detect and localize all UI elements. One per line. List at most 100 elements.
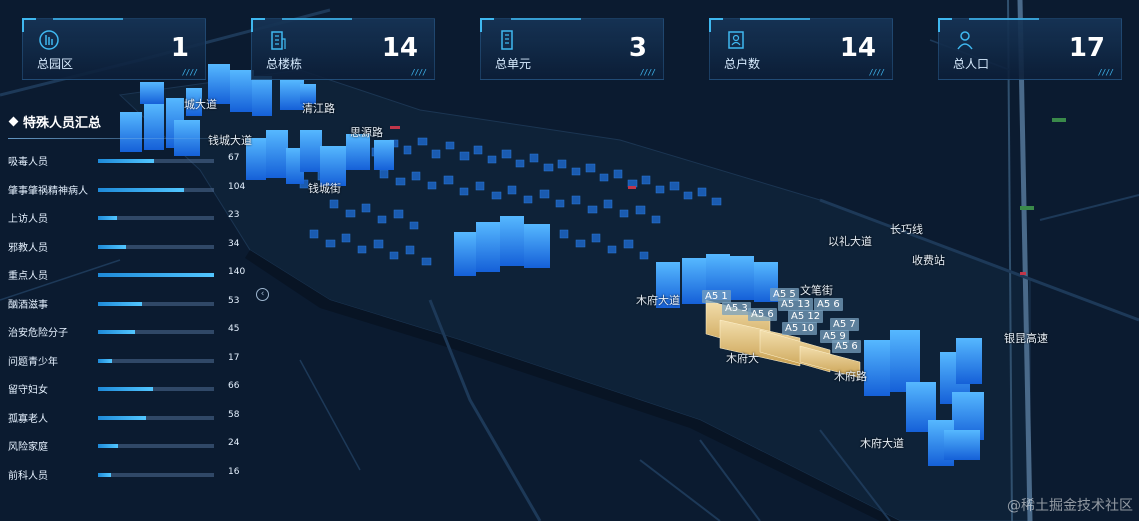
personnel-bar-fill: [98, 444, 118, 448]
personnel-row[interactable]: 酗酒滋事 53: [0, 293, 250, 313]
road-label: 长巧线: [890, 223, 923, 236]
card-accent-line: [969, 18, 1039, 20]
unit-tag[interactable]: A5 3: [722, 302, 751, 315]
personnel-row[interactable]: 邪教人员 34: [0, 236, 250, 256]
personnel-count: 67: [228, 153, 240, 163]
person-icon: [957, 31, 973, 50]
unit-tag[interactable]: A5 6: [832, 340, 861, 353]
personnel-bar-track: [98, 444, 214, 448]
collapse-panel-button[interactable]: ‹: [256, 288, 269, 301]
stat-card-units[interactable]: 总单元 3 ////: [480, 18, 664, 80]
card-accent-line: [511, 18, 581, 20]
personnel-bar-fill: [98, 358, 113, 363]
unit-tag[interactable]: A5 6: [814, 298, 843, 311]
personnel-count: 66: [228, 381, 240, 391]
road-label: 清江路: [302, 102, 335, 115]
stat-card-households[interactable]: 总户数 14 ////: [709, 18, 893, 80]
road-label: 思源路: [350, 126, 383, 139]
stat-label: 总园区: [37, 57, 74, 71]
unit-tag[interactable]: A5 6: [748, 308, 777, 321]
stat-value: 1: [170, 33, 189, 63]
personnel-bar-fill: [98, 244, 127, 249]
road-label: 收费站: [912, 254, 945, 267]
card-stripes: ////: [410, 68, 427, 77]
stat-card-population[interactable]: 总人口 17 ////: [938, 18, 1122, 80]
personnel-label: 吸毒人员: [8, 157, 48, 168]
personnel-label: 风险家庭: [8, 442, 48, 453]
unit-tag[interactable]: A5 10: [782, 322, 818, 335]
personnel-count: 24: [228, 438, 240, 448]
personnel-label: 问题青少年: [8, 356, 58, 368]
personnel-count: 140: [228, 267, 246, 277]
personnel-count: 17: [228, 352, 240, 363]
card-stripes: ////: [639, 68, 656, 77]
personnel-bar-track: [98, 216, 214, 220]
personnel-label: 孤寡老人: [8, 413, 48, 425]
personnel-label: 肇事肇祸精神病人: [8, 185, 88, 197]
card-accent-line: [282, 18, 352, 20]
personnel-count: 104: [228, 181, 246, 192]
personnel-label: 邪教人员: [8, 242, 48, 254]
card-corner: [251, 18, 265, 32]
card-stripes: ////: [868, 68, 885, 77]
personnel-bar-track: [98, 273, 214, 277]
stat-value: 14: [839, 33, 876, 63]
watermark: @稀土掘金技术社区: [1007, 498, 1133, 514]
stat-card-buildings[interactable]: 总楼栋 14 ////: [251, 18, 435, 80]
personnel-bar-track: [98, 244, 214, 249]
personnel-label: 上访人员: [8, 214, 48, 225]
personnel-count: 45: [228, 324, 240, 334]
personnel-row[interactable]: 肇事肇祸精神病人 104: [0, 179, 250, 199]
personnel-label: 酗酒滋事: [8, 299, 48, 311]
personnel-bar-track: [98, 187, 214, 192]
road-label: 银昆高速: [1004, 332, 1048, 345]
personnel-bar-fill: [98, 216, 118, 220]
personnel-bar-track: [98, 358, 214, 363]
personnel-bar-fill: [98, 187, 185, 192]
panel-title: 特殊人员汇总: [8, 112, 101, 131]
personnel-row[interactable]: 留守妇女 66: [0, 378, 250, 398]
card-corner: [938, 18, 952, 32]
personnel-row[interactable]: 问题青少年 17: [0, 350, 250, 370]
road-label: 木府大: [726, 352, 759, 365]
personnel-count: 34: [228, 238, 240, 249]
personnel-bar-track: [98, 330, 214, 334]
personnel-row[interactable]: 吸毒人员 67: [0, 150, 250, 170]
card-corner: [480, 18, 494, 32]
personnel-bar-fill: [98, 273, 214, 277]
stat-value: 17: [1068, 33, 1105, 63]
panel-divider: [8, 138, 236, 139]
personnel-bar-track: [98, 415, 214, 420]
personnel-bar-fill: [98, 472, 112, 477]
unit-icon: [501, 30, 513, 50]
personnel-row[interactable]: 孤寡老人 58: [0, 407, 250, 427]
card-corner: [22, 18, 36, 32]
personnel-label: 重点人员: [8, 271, 48, 282]
personnel-row[interactable]: 治安危险分子 45: [0, 321, 250, 341]
personnel-label: 前科人员: [8, 470, 48, 482]
personnel-bar-fill: [98, 301, 142, 306]
personnel-count: 16: [228, 466, 240, 477]
road-label: 木府大道: [860, 437, 904, 450]
personnel-row[interactable]: 上访人员 23: [0, 207, 250, 227]
personnel-label: 治安危险分子: [8, 328, 68, 339]
card-corner: [709, 18, 723, 32]
road-label: 钱城街: [308, 182, 341, 195]
personnel-label: 留守妇女: [8, 385, 48, 396]
road-label: 木府大道: [636, 294, 680, 307]
personnel-row[interactable]: 风险家庭 24: [0, 435, 250, 455]
personnel-bar-track: [98, 301, 214, 306]
stat-value: 3: [628, 33, 647, 63]
stat-label: 总楼栋: [266, 57, 303, 71]
road-label: 木府路: [834, 370, 867, 383]
personnel-bar-track: [98, 472, 214, 477]
diamond-icon: [8, 116, 19, 127]
personnel-bar-track: [98, 159, 214, 163]
personnel-bar-fill: [98, 415, 147, 420]
personnel-row[interactable]: 重点人员 140: [0, 264, 250, 284]
household-icon: [728, 31, 744, 49]
personnel-count: 58: [228, 409, 240, 420]
card-accent-line: [53, 18, 123, 20]
personnel-row[interactable]: 前科人员 16: [0, 464, 250, 484]
stat-card-park[interactable]: 总园区 1 ////: [22, 18, 206, 80]
